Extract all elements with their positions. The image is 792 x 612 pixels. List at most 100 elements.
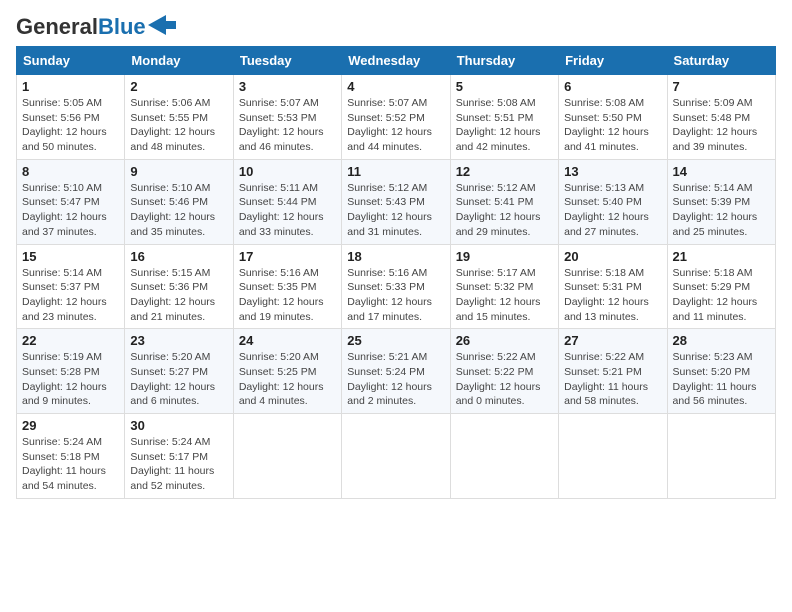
calendar-cell — [342, 414, 450, 499]
day-number: 8 — [22, 164, 119, 179]
day-number: 20 — [564, 249, 661, 264]
calendar-week-row: 29 Sunrise: 5:24 AMSunset: 5:18 PMDayligh… — [17, 414, 776, 499]
calendar-cell: 15 Sunrise: 5:14 AMSunset: 5:37 PMDayligh… — [17, 244, 125, 329]
day-number: 22 — [22, 333, 119, 348]
day-info: Sunrise: 5:15 AMSunset: 5:36 PMDaylight:… — [130, 267, 215, 323]
calendar-week-row: 15 Sunrise: 5:14 AMSunset: 5:37 PMDayligh… — [17, 244, 776, 329]
day-info: Sunrise: 5:12 AMSunset: 5:41 PMDaylight:… — [456, 182, 541, 238]
calendar-cell — [450, 414, 558, 499]
day-number: 23 — [130, 333, 227, 348]
day-info: Sunrise: 5:20 AMSunset: 5:25 PMDaylight:… — [239, 351, 324, 407]
day-number: 10 — [239, 164, 336, 179]
day-info: Sunrise: 5:18 AMSunset: 5:31 PMDaylight:… — [564, 267, 649, 323]
day-info: Sunrise: 5:19 AMSunset: 5:28 PMDaylight:… — [22, 351, 107, 407]
day-info: Sunrise: 5:13 AMSunset: 5:40 PMDaylight:… — [564, 182, 649, 238]
calendar-cell: 13 Sunrise: 5:13 AMSunset: 5:40 PMDayligh… — [559, 159, 667, 244]
day-number: 15 — [22, 249, 119, 264]
day-info: Sunrise: 5:11 AMSunset: 5:44 PMDaylight:… — [239, 182, 324, 238]
day-number: 28 — [673, 333, 770, 348]
calendar-cell: 23 Sunrise: 5:20 AMSunset: 5:27 PMDayligh… — [125, 329, 233, 414]
calendar-cell: 8 Sunrise: 5:10 AMSunset: 5:47 PMDaylight… — [17, 159, 125, 244]
calendar-week-row: 8 Sunrise: 5:10 AMSunset: 5:47 PMDaylight… — [17, 159, 776, 244]
calendar-cell — [233, 414, 341, 499]
header: GeneralBlue — [16, 16, 776, 38]
day-info: Sunrise: 5:22 AMSunset: 5:21 PMDaylight:… — [564, 351, 648, 407]
day-info: Sunrise: 5:24 AMSunset: 5:18 PMDaylight:… — [22, 436, 106, 492]
calendar-cell: 30 Sunrise: 5:24 AMSunset: 5:17 PMDayligh… — [125, 414, 233, 499]
day-info: Sunrise: 5:05 AMSunset: 5:56 PMDaylight:… — [22, 97, 107, 153]
day-info: Sunrise: 5:24 AMSunset: 5:17 PMDaylight:… — [130, 436, 214, 492]
day-info: Sunrise: 5:07 AMSunset: 5:52 PMDaylight:… — [347, 97, 432, 153]
calendar-cell: 21 Sunrise: 5:18 AMSunset: 5:29 PMDayligh… — [667, 244, 775, 329]
day-number: 6 — [564, 79, 661, 94]
calendar-cell — [559, 414, 667, 499]
day-info: Sunrise: 5:06 AMSunset: 5:55 PMDaylight:… — [130, 97, 215, 153]
weekday-header-saturday: Saturday — [667, 47, 775, 75]
calendar-week-row: 22 Sunrise: 5:19 AMSunset: 5:28 PMDayligh… — [17, 329, 776, 414]
calendar-cell: 17 Sunrise: 5:16 AMSunset: 5:35 PMDayligh… — [233, 244, 341, 329]
calendar-cell: 3Sunrise: 5:07 AMSunset: 5:53 PMDaylight… — [233, 75, 341, 160]
calendar-cell: 19 Sunrise: 5:17 AMSunset: 5:32 PMDayligh… — [450, 244, 558, 329]
weekday-header-friday: Friday — [559, 47, 667, 75]
calendar-cell: 16 Sunrise: 5:15 AMSunset: 5:36 PMDayligh… — [125, 244, 233, 329]
day-info: Sunrise: 5:22 AMSunset: 5:22 PMDaylight:… — [456, 351, 541, 407]
day-number: 30 — [130, 418, 227, 433]
calendar-week-row: 1 Sunrise: 5:05 AMSunset: 5:56 PMDaylight… — [17, 75, 776, 160]
calendar-cell: 12Sunrise: 5:12 AMSunset: 5:41 PMDayligh… — [450, 159, 558, 244]
day-number: 21 — [673, 249, 770, 264]
calendar-cell: 10 Sunrise: 5:11 AMSunset: 5:44 PMDayligh… — [233, 159, 341, 244]
day-number: 19 — [456, 249, 553, 264]
day-number: 18 — [347, 249, 444, 264]
day-info: Sunrise: 5:14 AMSunset: 5:39 PMDaylight:… — [673, 182, 758, 238]
day-info: Sunrise: 5:16 AMSunset: 5:33 PMDaylight:… — [347, 267, 432, 323]
logo-text: GeneralBlue — [16, 16, 146, 38]
calendar-cell: 7 Sunrise: 5:09 AMSunset: 5:48 PMDaylight… — [667, 75, 775, 160]
logo: GeneralBlue — [16, 16, 176, 38]
calendar-cell: 9Sunrise: 5:10 AMSunset: 5:46 PMDaylight… — [125, 159, 233, 244]
day-number: 29 — [22, 418, 119, 433]
day-info: Sunrise: 5:10 AMSunset: 5:47 PMDaylight:… — [22, 182, 107, 238]
day-number: 13 — [564, 164, 661, 179]
day-info: Sunrise: 5:09 AMSunset: 5:48 PMDaylight:… — [673, 97, 758, 153]
calendar-cell: 29 Sunrise: 5:24 AMSunset: 5:18 PMDayligh… — [17, 414, 125, 499]
weekday-header-row: SundayMondayTuesdayWednesdayThursdayFrid… — [17, 47, 776, 75]
weekday-header-sunday: Sunday — [17, 47, 125, 75]
calendar-cell: 27 Sunrise: 5:22 AMSunset: 5:21 PMDayligh… — [559, 329, 667, 414]
calendar-cell: 26Sunrise: 5:22 AMSunset: 5:22 PMDayligh… — [450, 329, 558, 414]
day-number: 16 — [130, 249, 227, 264]
day-number: 1 — [22, 79, 119, 94]
calendar-cell: 25Sunrise: 5:21 AMSunset: 5:24 PMDayligh… — [342, 329, 450, 414]
day-number: 24 — [239, 333, 336, 348]
day-info: Sunrise: 5:14 AMSunset: 5:37 PMDaylight:… — [22, 267, 107, 323]
calendar-cell: 2 Sunrise: 5:06 AMSunset: 5:55 PMDaylight… — [125, 75, 233, 160]
calendar-cell: 4 Sunrise: 5:07 AMSunset: 5:52 PMDaylight… — [342, 75, 450, 160]
day-info: Sunrise: 5:23 AMSunset: 5:20 PMDaylight:… — [673, 351, 757, 407]
day-info: Sunrise: 5:17 AMSunset: 5:32 PMDaylight:… — [456, 267, 541, 323]
day-info: Sunrise: 5:07 AMSunset: 5:53 PMDaylight:… — [239, 97, 324, 153]
calendar-cell: 14Sunrise: 5:14 AMSunset: 5:39 PMDayligh… — [667, 159, 775, 244]
day-info: Sunrise: 5:10 AMSunset: 5:46 PMDaylight:… — [130, 182, 215, 238]
day-info: Sunrise: 5:12 AMSunset: 5:43 PMDaylight:… — [347, 182, 432, 238]
day-number: 7 — [673, 79, 770, 94]
day-number: 5 — [456, 79, 553, 94]
calendar-table: SundayMondayTuesdayWednesdayThursdayFrid… — [16, 46, 776, 499]
calendar-cell: 28 Sunrise: 5:23 AMSunset: 5:20 PMDayligh… — [667, 329, 775, 414]
day-info: Sunrise: 5:20 AMSunset: 5:27 PMDaylight:… — [130, 351, 215, 407]
day-number: 17 — [239, 249, 336, 264]
weekday-header-tuesday: Tuesday — [233, 47, 341, 75]
calendar-cell: 1 Sunrise: 5:05 AMSunset: 5:56 PMDaylight… — [17, 75, 125, 160]
day-number: 2 — [130, 79, 227, 94]
logo-arrow-icon — [148, 15, 176, 35]
day-number: 27 — [564, 333, 661, 348]
day-number: 4 — [347, 79, 444, 94]
calendar-cell: 11 Sunrise: 5:12 AMSunset: 5:43 PMDayligh… — [342, 159, 450, 244]
day-info: Sunrise: 5:08 AMSunset: 5:50 PMDaylight:… — [564, 97, 649, 153]
day-info: Sunrise: 5:16 AMSunset: 5:35 PMDaylight:… — [239, 267, 324, 323]
calendar-cell: 6 Sunrise: 5:08 AMSunset: 5:50 PMDaylight… — [559, 75, 667, 160]
calendar-cell — [667, 414, 775, 499]
calendar-cell: 5Sunrise: 5:08 AMSunset: 5:51 PMDaylight… — [450, 75, 558, 160]
calendar-cell: 22 Sunrise: 5:19 AMSunset: 5:28 PMDayligh… — [17, 329, 125, 414]
day-info: Sunrise: 5:18 AMSunset: 5:29 PMDaylight:… — [673, 267, 758, 323]
weekday-header-thursday: Thursday — [450, 47, 558, 75]
day-number: 11 — [347, 164, 444, 179]
